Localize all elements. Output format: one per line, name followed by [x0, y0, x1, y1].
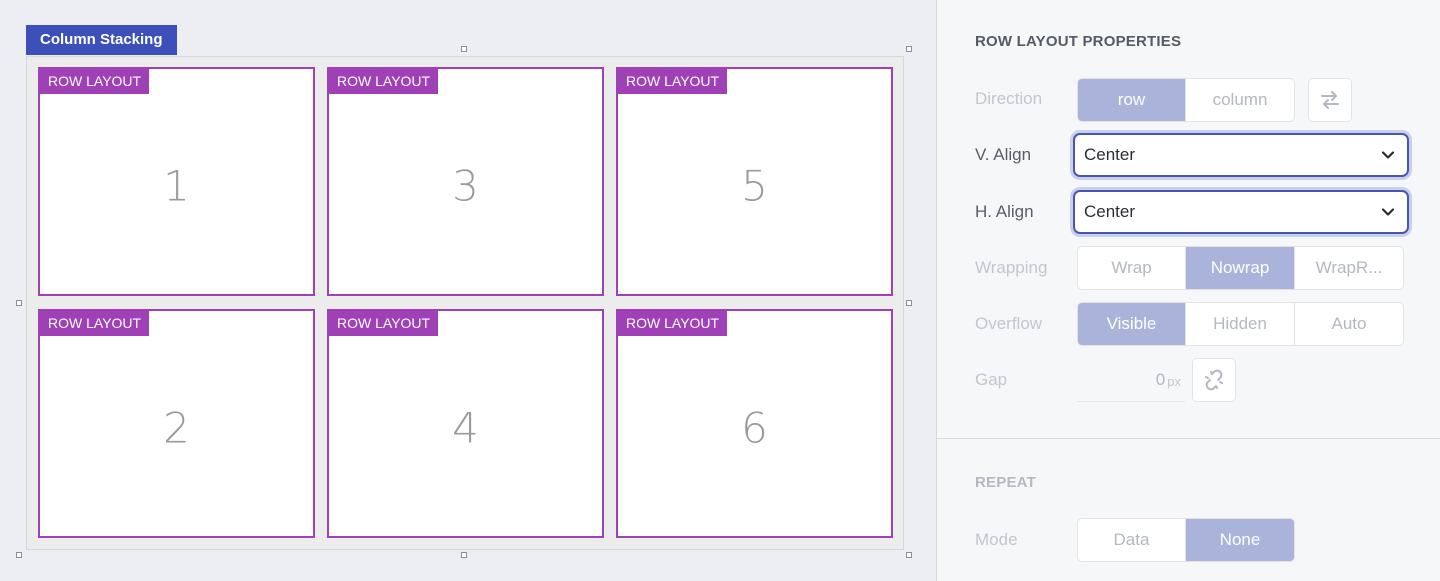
wrap-reverse-option[interactable]: WrapR... [1295, 247, 1403, 289]
resize-handle-bottom[interactable] [461, 552, 467, 558]
direction-column-option[interactable]: column [1186, 79, 1294, 121]
design-canvas: Column Stacking ROW LAYOUT 1 ROW LAYOUT … [0, 0, 936, 581]
direction-row-option[interactable]: row [1078, 79, 1186, 121]
row-layout-tag[interactable]: ROW LAYOUT [618, 69, 728, 94]
row-layout-tag[interactable]: ROW LAYOUT [40, 311, 150, 336]
row-layout-cell[interactable]: ROW LAYOUT 1 [38, 67, 315, 296]
repeat-title: REPEAT [975, 474, 1036, 491]
cell-number: 5 [741, 160, 768, 210]
cell-number: 6 [741, 402, 768, 452]
mode-label: Mode [975, 530, 1018, 549]
h-align-value: Center [1084, 202, 1136, 221]
row-layout-tag[interactable]: ROW LAYOUT [329, 69, 439, 94]
resize-handle-top-right[interactable] [906, 46, 912, 52]
row-layout-cell[interactable]: ROW LAYOUT 6 [616, 309, 893, 538]
row-layout-cell[interactable]: ROW LAYOUT 4 [327, 309, 604, 538]
unlink-icon [1205, 369, 1223, 391]
mode-data-option[interactable]: Data [1078, 519, 1186, 561]
row-layout-tag[interactable]: ROW LAYOUT [329, 311, 439, 336]
swap-direction-button[interactable] [1308, 78, 1352, 122]
direction-toggle: row column [1077, 78, 1295, 122]
overflow-hidden-option[interactable]: Hidden [1186, 303, 1295, 345]
wrapping-toggle: Wrap Nowrap WrapR... [1077, 246, 1404, 290]
v-align-label: V. Align [975, 145, 1032, 164]
cell-number: 3 [452, 160, 479, 210]
resize-handle-bottom-right[interactable] [906, 552, 912, 558]
overflow-auto-option[interactable]: Auto [1295, 303, 1403, 345]
h-align-select[interactable]: Center [1073, 190, 1409, 234]
cell-number: 2 [163, 402, 190, 452]
column-stacking-container[interactable]: ROW LAYOUT 1 ROW LAYOUT 3 ROW LAYOUT 5 R… [26, 56, 904, 550]
cell-number: 1 [163, 160, 190, 210]
wrapping-label: Wrapping [975, 258, 1048, 277]
v-align-select[interactable]: Center [1073, 133, 1409, 177]
gap-link-button[interactable] [1192, 358, 1236, 402]
section-title: ROW LAYOUT PROPERTIES [975, 33, 1182, 50]
swap-arrows-icon [1321, 91, 1339, 109]
nowrap-option[interactable]: Nowrap [1186, 247, 1295, 289]
container-label[interactable]: Column Stacking [26, 25, 177, 55]
resize-handle-right[interactable] [906, 300, 912, 306]
gap-unit: px [1167, 373, 1181, 389]
h-align-label: H. Align [975, 202, 1034, 221]
row-layout-tag[interactable]: ROW LAYOUT [618, 311, 728, 336]
gap-input[interactable]: 0 px [1077, 358, 1185, 402]
v-align-value: Center [1084, 145, 1136, 164]
chevron-down-icon [1381, 208, 1395, 216]
overflow-toggle: Visible Hidden Auto [1077, 302, 1404, 346]
overflow-visible-option[interactable]: Visible [1078, 303, 1186, 345]
resize-handle-bottom-left[interactable] [16, 552, 22, 558]
chevron-down-icon [1381, 151, 1395, 159]
row-layout-tag[interactable]: ROW LAYOUT [40, 69, 150, 94]
resize-handle-left[interactable] [16, 300, 22, 306]
gap-value: 0 [1155, 369, 1166, 389]
mode-none-option[interactable]: None [1186, 519, 1294, 561]
resize-handle-top[interactable] [461, 46, 467, 52]
wrap-option[interactable]: Wrap [1078, 247, 1186, 289]
repeat-mode-toggle: Data None [1077, 518, 1295, 562]
row-layout-cell[interactable]: ROW LAYOUT 3 [327, 67, 604, 296]
section-divider [936, 438, 1440, 439]
row-layout-cell[interactable]: ROW LAYOUT 5 [616, 67, 893, 296]
cell-number: 4 [452, 402, 479, 452]
overflow-label: Overflow [975, 314, 1043, 333]
row-layout-cell[interactable]: ROW LAYOUT 2 [38, 309, 315, 538]
direction-label: Direction [975, 89, 1043, 108]
gap-label: Gap [975, 370, 1008, 389]
